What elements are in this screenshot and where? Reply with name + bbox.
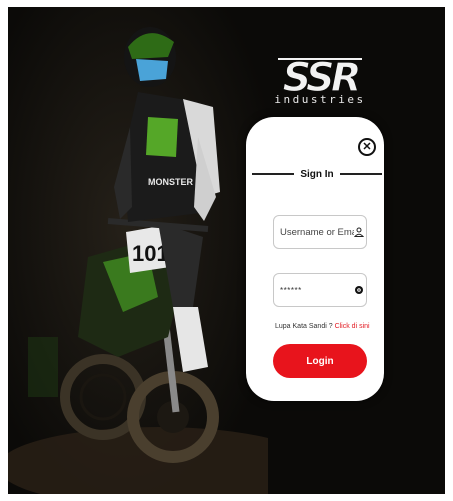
divider [339,173,382,175]
username-field[interactable] [273,215,367,249]
logo-subtitle: industries [274,93,366,106]
signin-header: Sign In [252,167,382,181]
motocross-rider-photo: 101 MONSTER [8,7,268,494]
login-button[interactable]: Login [273,344,367,378]
forgot-password-link[interactable]: Click di sini [335,323,370,330]
close-icon[interactable]: ✕ [358,138,376,156]
password-input[interactable] [280,285,354,295]
eye-icon[interactable] [354,283,364,297]
password-field[interactable] [273,273,367,307]
forgot-password: Lupa Kata Sandi ? Click di sini [275,323,370,330]
login-page: 101 MONSTER SSR industries ✕ Sign In Use… [8,7,445,494]
username-input[interactable] [280,226,354,238]
user-icon [354,225,364,239]
signin-title: Sign In [300,168,334,180]
divider [252,173,295,175]
svg-text:MONSTER: MONSTER [148,177,194,187]
signin-card: ✕ Sign In Username or Email ****** Lupa … [246,117,384,401]
forgot-password-text: Lupa Kata Sandi ? [275,323,333,330]
